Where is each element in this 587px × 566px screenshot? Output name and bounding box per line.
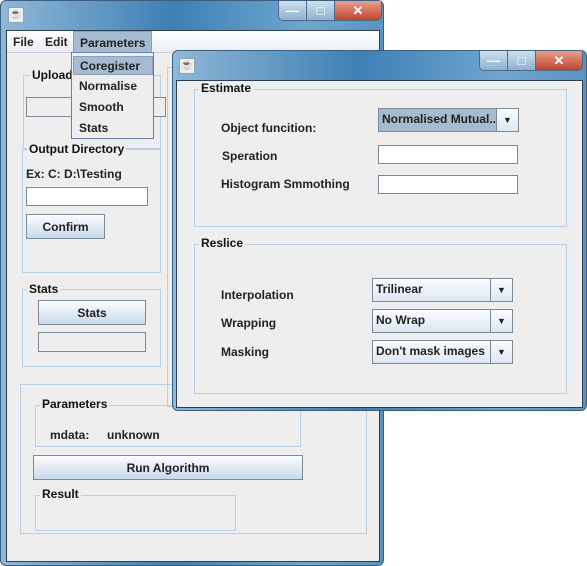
masking-select[interactable]: Don't mask images ▼ <box>372 340 513 364</box>
stats-output <box>38 332 146 352</box>
wrapping-value: No Wrap <box>376 313 426 327</box>
chevron-down-icon: ▼ <box>490 310 512 332</box>
estimate-title: Estimate <box>199 81 254 95</box>
coregister-dialog: ☕ — □ ✕ Estimate Object funcition: Norma… <box>172 50 587 411</box>
wrapping-label: Wrapping <box>221 316 277 330</box>
menu-item-stats[interactable]: Stats <box>73 119 153 138</box>
menu-parameters[interactable]: Parameters <box>73 31 153 53</box>
stats-button[interactable]: Stats <box>38 300 146 325</box>
stats-group-title: Stats <box>27 282 61 296</box>
estimate-group: Estimate Object funcition: Normalised Mu… <box>194 81 567 227</box>
mdata-value: unknown <box>107 428 160 442</box>
menu-edit[interactable]: Edit <box>45 35 68 49</box>
maximize-button[interactable]: □ <box>307 1 335 20</box>
interpolation-label: Interpolation <box>221 288 294 302</box>
chevron-down-icon: ▼ <box>496 109 518 131</box>
dialog-window-controls: — □ ✕ <box>479 51 583 71</box>
reslice-title: Reslice <box>199 236 246 250</box>
mdata-label: mdata: <box>50 428 90 442</box>
masking-value: Don't mask images <box>376 344 485 358</box>
reslice-group: Reslice Interpolation Trilinear ▼ Wrappi… <box>194 236 567 394</box>
menu-item-coregister[interactable]: Coregister <box>73 56 153 75</box>
object-function-value: Normalised Mutual... <box>382 112 496 126</box>
object-function-label: Object funcition: <box>221 121 317 135</box>
close-button[interactable]: ✕ <box>335 1 381 20</box>
stats-group: Stats Stats <box>22 282 161 367</box>
output-directory-group: Output Directory Ex: C: D:\Testing Confi… <box>22 142 161 273</box>
minimize-button[interactable]: — <box>279 1 307 20</box>
chevron-down-icon: ▼ <box>490 279 512 301</box>
dialog-content: Estimate Object funcition: Normalised Mu… <box>176 80 583 408</box>
chevron-down-icon: ▼ <box>490 341 512 363</box>
separation-input[interactable] <box>378 145 518 164</box>
result-group: Result <box>35 487 236 531</box>
output-directory-title: Output Directory <box>27 142 127 156</box>
java-icon: ☕ <box>8 7 24 23</box>
parameters-menu: Coregister Normalise Smooth Stats <box>71 52 154 139</box>
close-button[interactable]: ✕ <box>536 51 582 70</box>
wrapping-select[interactable]: No Wrap ▼ <box>372 309 513 333</box>
result-group-title: Result <box>40 487 81 501</box>
menu-item-smooth[interactable]: Smooth <box>73 98 153 117</box>
separation-label: Speration <box>222 149 278 163</box>
parameters-group-title: Parameters <box>40 397 110 411</box>
menu-file[interactable]: File <box>13 35 34 49</box>
confirm-button[interactable]: Confirm <box>26 214 105 239</box>
interpolation-select[interactable]: Trilinear ▼ <box>372 278 513 302</box>
menu-item-normalise[interactable]: Normalise <box>73 77 153 96</box>
output-path-input[interactable] <box>26 187 148 206</box>
java-icon: ☕ <box>179 58 195 74</box>
masking-label: Masking <box>221 345 270 359</box>
histogram-smoothing-input[interactable] <box>378 175 518 194</box>
run-algorithm-button[interactable]: Run Algorithm <box>33 455 303 480</box>
parameters-group: Parameters mdata: unknown <box>35 397 301 447</box>
output-hint: Ex: C: D:\Testing <box>26 167 122 181</box>
window-controls: — □ ✕ <box>278 1 382 21</box>
histogram-smoothing-label: Histogram Smmothing <box>221 177 350 191</box>
minimize-button[interactable]: — <box>480 51 508 70</box>
object-function-select[interactable]: Normalised Mutual... ▼ <box>378 108 519 132</box>
interpolation-value: Trilinear <box>376 282 423 296</box>
maximize-button[interactable]: □ <box>508 51 536 70</box>
